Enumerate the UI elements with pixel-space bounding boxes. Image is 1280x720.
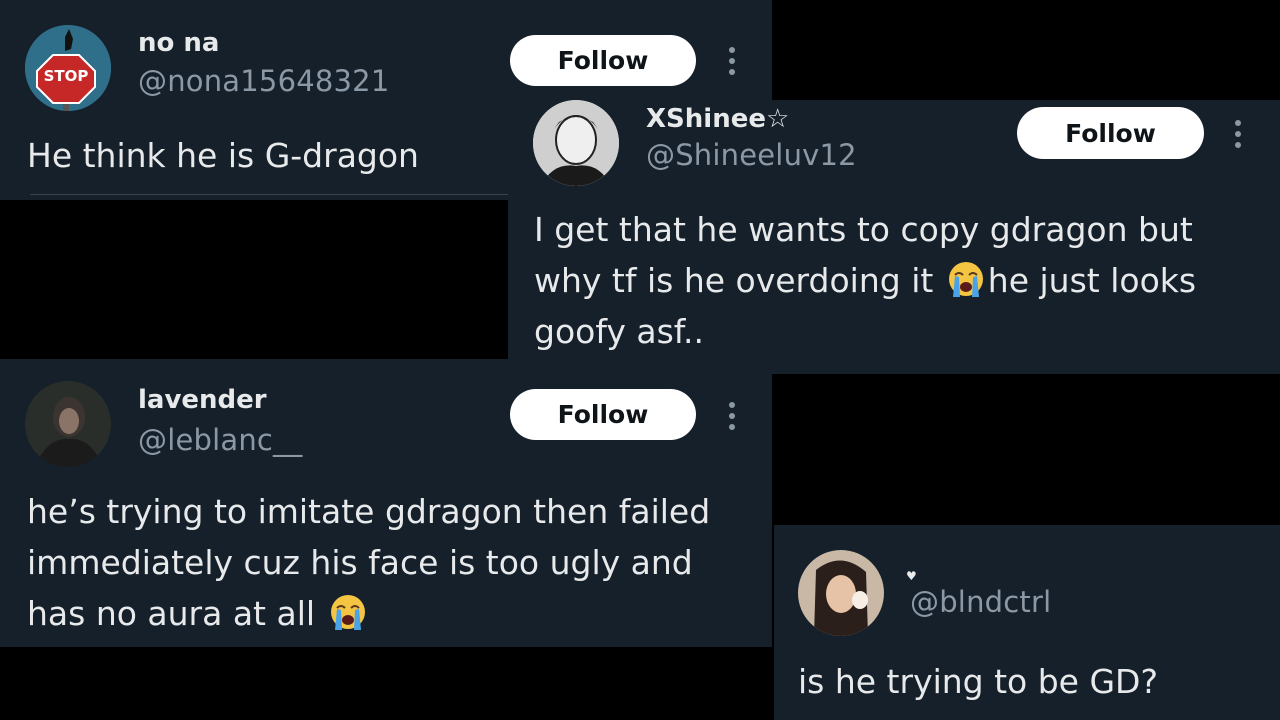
display-name[interactable]: XShinee☆ <box>646 104 789 134</box>
tweet-card-xshinee: XShinee☆ @Shineeluv12 Follow I get that … <box>508 100 1280 374</box>
more-vertical-icon[interactable] <box>725 44 739 78</box>
tweet-text: He think he is G-dragon <box>27 136 419 175</box>
more-vertical-icon[interactable] <box>725 399 739 433</box>
tweet-text: is he trying to be GD? <box>798 662 1158 701</box>
tweet-text: I get that he wants to copy gdragon but … <box>534 204 1196 357</box>
tweet-text-line: I get that he wants to copy gdragon but <box>534 210 1193 249</box>
tweet-card-blndctrl: ♥ @blndctrl is he trying to be GD? <box>774 525 1280 720</box>
loudly-crying-face-emoji <box>330 595 365 630</box>
handle[interactable]: @nona15648321 <box>138 64 389 98</box>
tweet-text-line: immediately cuz his face is too ugly and <box>27 543 693 582</box>
divider <box>30 194 510 195</box>
tweet-text-line: goofy asf.. <box>534 312 704 351</box>
tweet-text-segment: has no aura at all <box>27 594 326 633</box>
tweet-text-segment: he just looks <box>987 261 1197 300</box>
avatar[interactable] <box>533 100 619 186</box>
tweet-text-line: why tf is he overdoing it he just looks <box>534 255 1196 306</box>
follow-button[interactable]: Follow <box>510 35 696 86</box>
avatar-sign-text: STOP <box>43 67 89 85</box>
tweet-card-lavender: lavender @leblanc__ Follow he’s trying t… <box>0 359 772 647</box>
avatar-photo <box>798 550 884 636</box>
handle[interactable]: @leblanc__ <box>138 423 302 457</box>
avatar-photo <box>25 381 111 467</box>
avatar[interactable]: STOP <box>25 25 111 111</box>
tweet-text-line: has no aura at all <box>27 588 710 639</box>
display-name[interactable]: no na <box>138 28 219 58</box>
tweet-text-segment: why tf is he overdoing it <box>534 261 944 300</box>
handle[interactable]: @blndctrl <box>910 585 1051 619</box>
avatar[interactable] <box>798 550 884 636</box>
tweet-text: he’s trying to imitate gdragon then fail… <box>27 486 710 639</box>
loudly-crying-face-emoji <box>948 262 983 297</box>
follow-button[interactable]: Follow <box>510 389 696 440</box>
display-name[interactable]: ♥ <box>906 569 917 583</box>
avatar[interactable] <box>25 381 111 467</box>
avatar-photo <box>533 100 619 186</box>
handle[interactable]: @Shineeluv12 <box>646 138 857 172</box>
follow-button[interactable]: Follow <box>1017 107 1204 159</box>
tweet-text-line: he’s trying to imitate gdragon then fail… <box>27 492 711 531</box>
more-vertical-icon[interactable] <box>1231 117 1245 151</box>
display-name[interactable]: lavender <box>138 385 267 415</box>
